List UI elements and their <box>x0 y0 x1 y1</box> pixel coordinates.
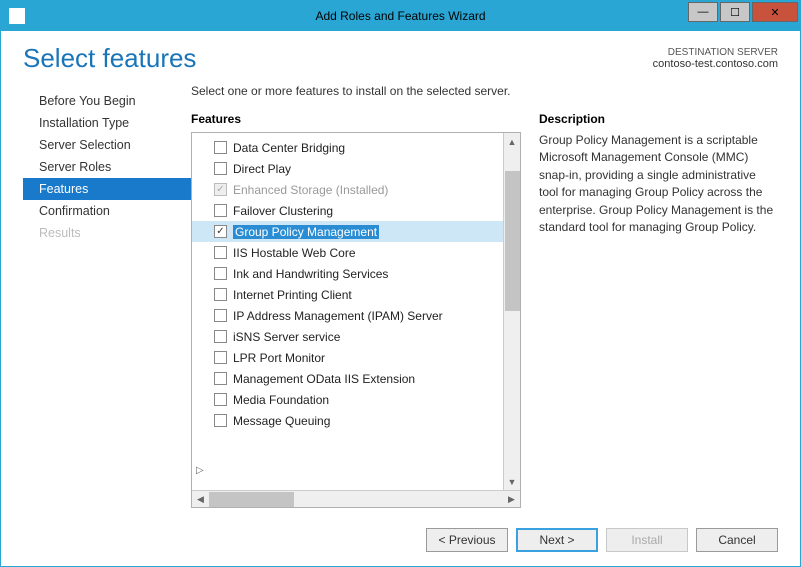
content-area: Select features DESTINATION SERVER conto… <box>1 31 800 518</box>
feature-label: Enhanced Storage (Installed) <box>233 183 388 197</box>
cancel-button[interactable]: Cancel <box>696 528 778 552</box>
wizard-nav: Before You BeginInstallation TypeServer … <box>23 84 191 508</box>
footer-buttons: < Previous Next > Install Cancel <box>1 518 800 566</box>
feature-checkbox[interactable] <box>214 330 227 343</box>
feature-label: Failover Clustering <box>233 204 333 218</box>
description-heading: Description <box>539 112 778 126</box>
feature-label: IP Address Management (IPAM) Server <box>233 309 443 323</box>
destination-label: DESTINATION SERVER <box>653 47 778 58</box>
destination-server: DESTINATION SERVER contoso-test.contoso.… <box>653 47 778 70</box>
install-button: Install <box>606 528 688 552</box>
feature-row[interactable]: Data Center Bridging <box>192 137 503 158</box>
feature-label: Direct Play <box>233 162 291 176</box>
wizard-window: Add Roles and Features Wizard — ☐ ✕ Sele… <box>0 0 801 567</box>
app-icon <box>9 8 25 24</box>
features-listbox[interactable]: ▷ Data Center Bridging Direct Play ✓ Enhanc… <box>191 132 521 508</box>
feature-checkbox[interactable] <box>214 393 227 406</box>
feature-row[interactable]: IIS Hostable Web Core <box>192 242 503 263</box>
feature-label: Media Foundation <box>233 393 329 407</box>
vscroll-thumb[interactable] <box>505 171 520 311</box>
nav-item-before-you-begin[interactable]: Before You Begin <box>23 90 191 112</box>
feature-row[interactable]: IP Address Management (IPAM) Server <box>192 305 503 326</box>
nav-item-server-roles[interactable]: Server Roles <box>23 156 191 178</box>
destination-value: contoso-test.contoso.com <box>653 58 778 70</box>
feature-label: Management OData IIS Extension <box>233 372 415 386</box>
scroll-left-icon[interactable]: ◀ <box>192 491 209 507</box>
feature-label: Internet Printing Client <box>233 288 352 302</box>
feature-row[interactable]: Media Foundation <box>192 389 503 410</box>
scroll-right-icon[interactable]: ▶ <box>503 491 520 507</box>
nav-item-server-selection[interactable]: Server Selection <box>23 134 191 156</box>
feature-row[interactable]: Management OData IIS Extension <box>192 368 503 389</box>
previous-button[interactable]: < Previous <box>426 528 508 552</box>
feature-label: iSNS Server service <box>233 330 340 344</box>
vertical-scrollbar[interactable]: ▲ ▼ <box>503 133 520 490</box>
maximize-icon: ☐ <box>730 6 740 19</box>
feature-checkbox[interactable] <box>214 162 227 175</box>
feature-row[interactable]: Ink and Handwriting Services <box>192 263 503 284</box>
body: Before You BeginInstallation TypeServer … <box>23 84 778 508</box>
feature-checkbox[interactable] <box>214 141 227 154</box>
features-column: Features ▷ Data Center Bridging Direct Pl… <box>191 112 521 508</box>
description-text: Group Policy Management is a scriptable … <box>539 132 778 236</box>
feature-checkbox[interactable]: ✓ <box>214 225 227 238</box>
feature-label: Group Policy Management <box>233 225 379 239</box>
scroll-up-icon[interactable]: ▲ <box>504 133 520 150</box>
window-title: Add Roles and Features Wizard <box>315 9 485 23</box>
nav-item-installation-type[interactable]: Installation Type <box>23 112 191 134</box>
expand-glyph-icon[interactable]: ▷ <box>196 465 204 476</box>
feature-checkbox[interactable] <box>214 414 227 427</box>
window-controls: — ☐ ✕ <box>688 1 800 31</box>
feature-checkbox[interactable] <box>214 309 227 322</box>
maximize-button[interactable]: ☐ <box>720 2 750 22</box>
close-icon: ✕ <box>770 6 779 19</box>
feature-row[interactable]: ✓ Group Policy Management <box>192 221 503 242</box>
columns: Features ▷ Data Center Bridging Direct Pl… <box>191 112 778 508</box>
hscroll-thumb[interactable] <box>209 492 294 507</box>
feature-row[interactable]: Failover Clustering <box>192 200 503 221</box>
feature-row[interactable]: Direct Play <box>192 158 503 179</box>
close-button[interactable]: ✕ <box>752 2 798 22</box>
titlebar[interactable]: Add Roles and Features Wizard — ☐ ✕ <box>1 1 800 31</box>
page-title: Select features <box>23 43 196 74</box>
nav-item-confirmation[interactable]: Confirmation <box>23 200 191 222</box>
feature-label: LPR Port Monitor <box>233 351 325 365</box>
nav-item-features[interactable]: Features <box>23 178 191 200</box>
horizontal-scrollbar[interactable]: ◀ ▶ <box>192 490 520 507</box>
feature-label: Ink and Handwriting Services <box>233 267 388 281</box>
feature-checkbox: ✓ <box>214 183 227 196</box>
feature-label: Message Queuing <box>233 414 330 428</box>
next-button[interactable]: Next > <box>516 528 598 552</box>
feature-label: IIS Hostable Web Core <box>233 246 356 260</box>
features-heading: Features <box>191 112 521 126</box>
description-column: Description Group Policy Management is a… <box>539 112 778 508</box>
features-list-inner: ▷ Data Center Bridging Direct Play ✓ Enhanc… <box>192 133 520 490</box>
nav-item-results: Results <box>23 222 191 244</box>
feature-checkbox[interactable] <box>214 246 227 259</box>
feature-row[interactable]: Internet Printing Client <box>192 284 503 305</box>
minimize-button[interactable]: — <box>688 2 718 22</box>
feature-row[interactable]: Message Queuing <box>192 410 503 431</box>
feature-row: ✓ Enhanced Storage (Installed) <box>192 179 503 200</box>
feature-checkbox[interactable] <box>214 288 227 301</box>
feature-checkbox[interactable] <box>214 267 227 280</box>
scroll-down-icon[interactable]: ▼ <box>504 473 520 490</box>
page-header: Select features DESTINATION SERVER conto… <box>23 43 778 74</box>
features-items: ▷ Data Center Bridging Direct Play ✓ Enhanc… <box>192 133 503 490</box>
feature-checkbox[interactable] <box>214 204 227 217</box>
minimize-icon: — <box>698 6 709 18</box>
feature-label: Data Center Bridging <box>233 141 345 155</box>
feature-checkbox[interactable] <box>214 351 227 364</box>
feature-row[interactable]: LPR Port Monitor <box>192 347 503 368</box>
instruction-text: Select one or more features to install o… <box>191 84 778 98</box>
feature-checkbox[interactable] <box>214 372 227 385</box>
feature-row[interactable]: iSNS Server service <box>192 326 503 347</box>
main-panel: Select one or more features to install o… <box>191 84 778 508</box>
